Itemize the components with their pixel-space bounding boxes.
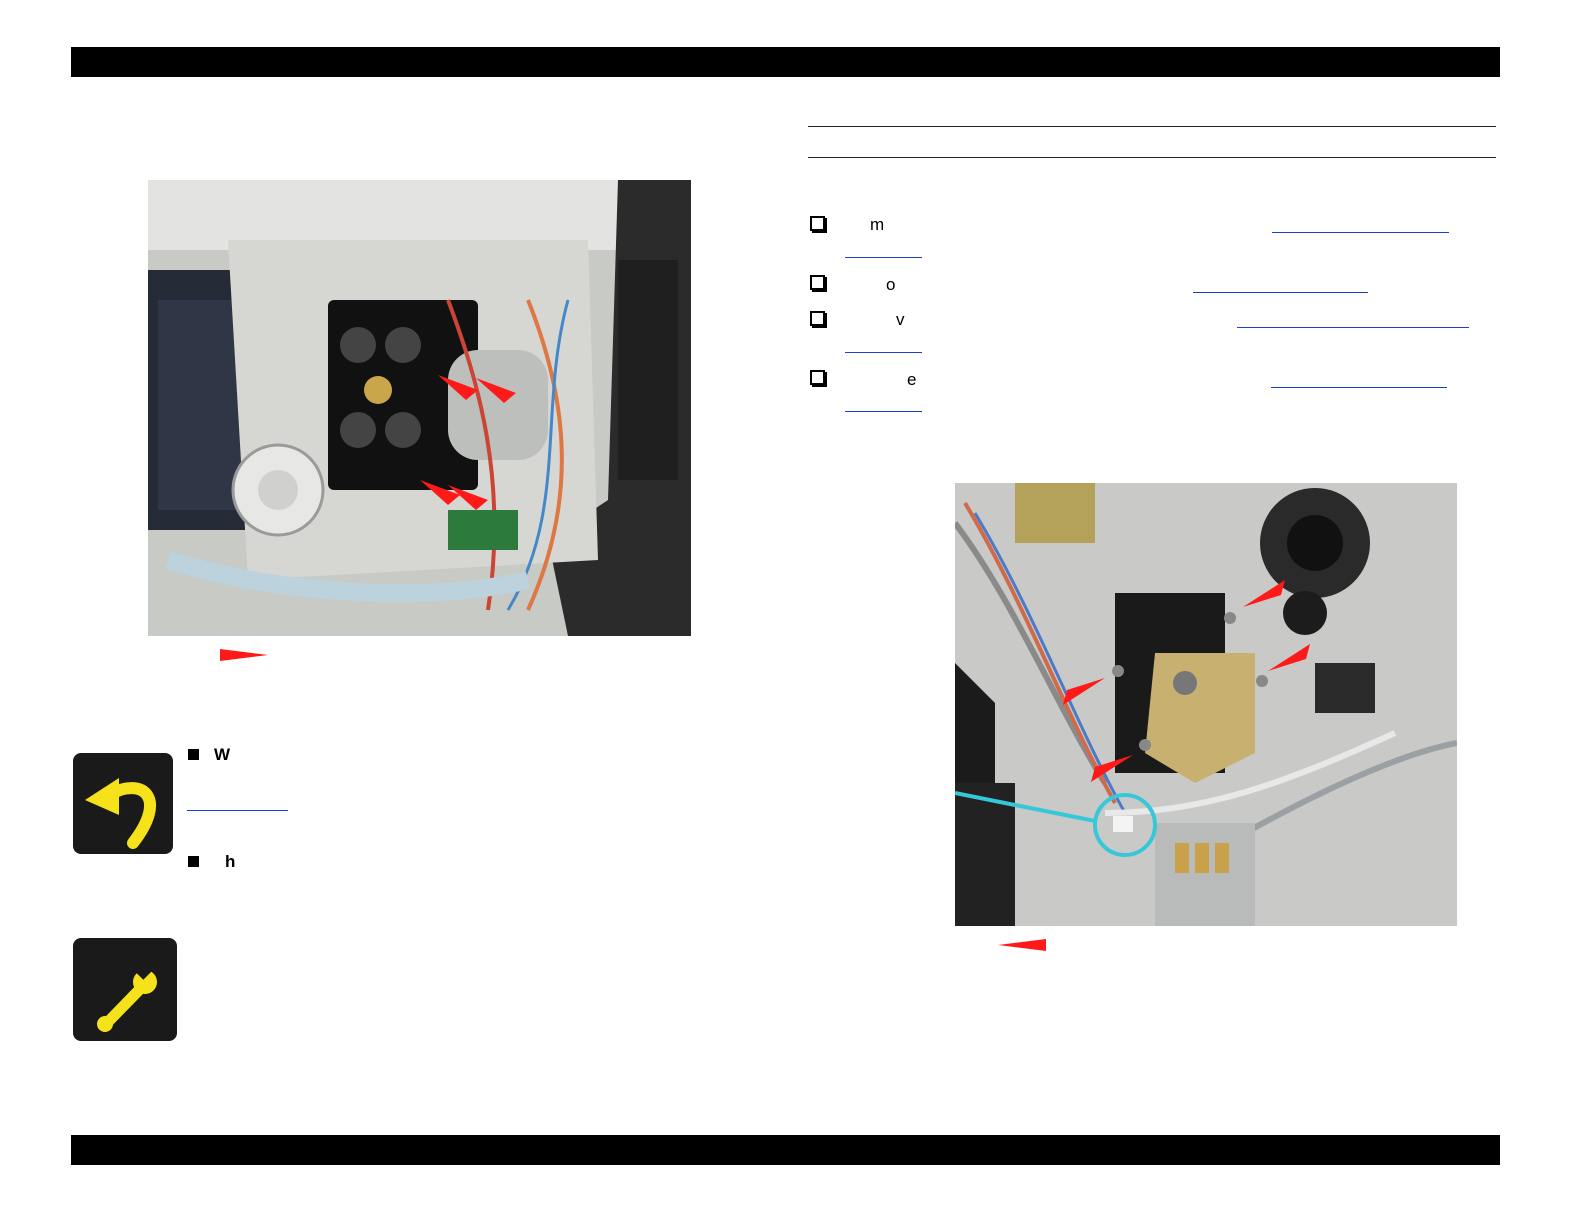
undo-arrow-icon [73,753,173,854]
checkbox-icon [810,275,825,290]
bullet-text-2: h [225,852,236,871]
bullet-square [188,749,199,760]
checklist-text-1: m [870,215,885,234]
footer-bar [71,1135,1500,1165]
motor-assembly-photo [148,180,691,636]
section-rule-bottom [808,157,1496,158]
checkbox-icon [810,370,825,385]
bracket-screws-photo [955,483,1457,926]
cross-reference-link-4b[interactable] [845,411,922,412]
caption-arrow-left [220,649,268,661]
checklist-text-3: v [896,310,905,329]
cross-reference-link-1[interactable] [1272,232,1449,233]
cross-reference-link-3b[interactable] [845,352,922,353]
header-bar [71,47,1500,77]
wrench-icon [73,938,177,1041]
checkbox-icon [810,311,825,326]
checklist-text-2: o [886,275,896,294]
checkbox-icon [810,216,825,231]
cross-reference-link-2[interactable] [1193,292,1368,293]
bullet-text-1: W [214,745,231,764]
cross-reference-link-left[interactable] [187,810,288,811]
checklist-text-4: e [907,370,917,389]
cross-reference-link-1b[interactable] [845,257,922,258]
cross-reference-link-4[interactable] [1271,387,1447,388]
bullet-square [188,856,199,867]
caption-arrow-right [998,939,1046,951]
section-rule-top [808,126,1496,127]
cross-reference-link-3[interactable] [1237,327,1469,328]
